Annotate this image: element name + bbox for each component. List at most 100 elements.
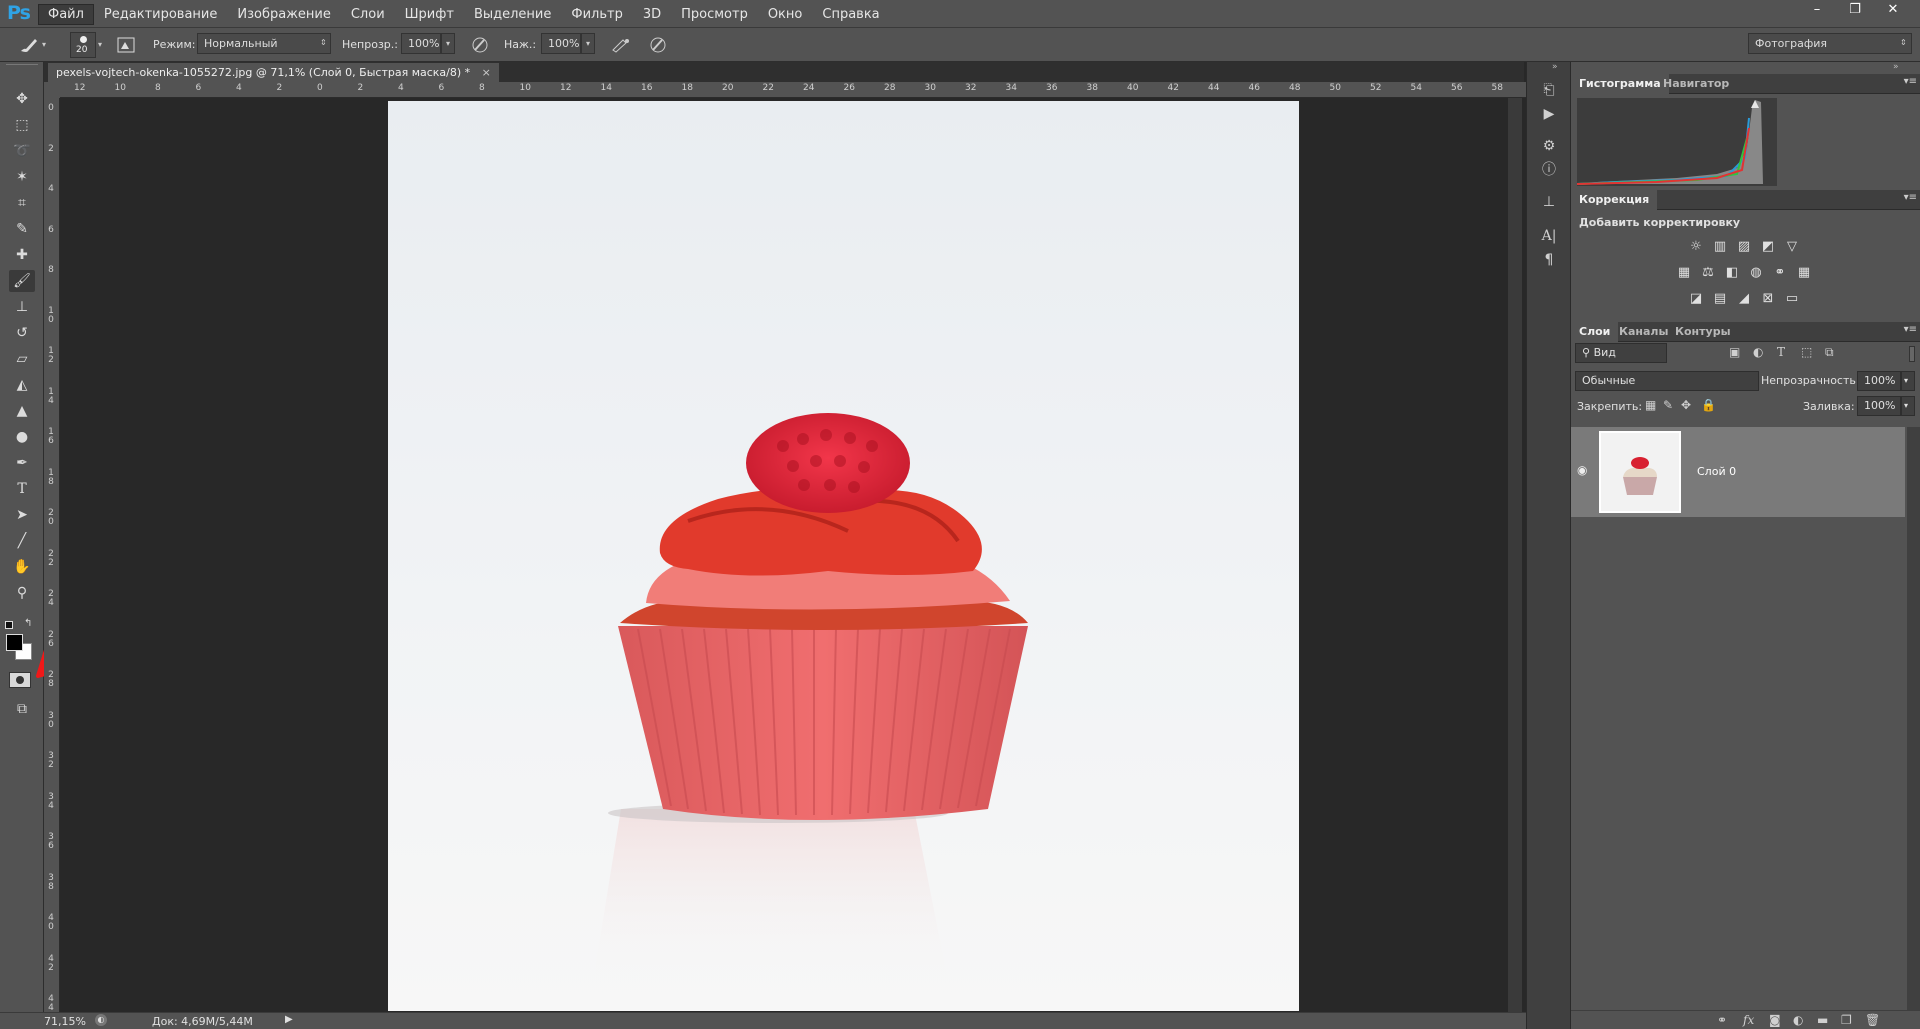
brush-tool-icon[interactable] — [18, 36, 40, 54]
gradient-map-icon[interactable]: ▭ — [1783, 290, 1801, 308]
ruler-origin[interactable] — [44, 82, 60, 98]
brush-tool-icon[interactable]: 🖌 — [9, 270, 35, 292]
history-brush-tool-icon[interactable]: ↺ — [9, 322, 35, 344]
paint-bucket-tool-icon[interactable]: ◭ — [9, 374, 35, 396]
info-panel-icon[interactable]: ⓘ — [1534, 158, 1564, 182]
tool-presets-panel-icon[interactable]: ⊥ — [1534, 190, 1564, 214]
horizontal-ruler[interactable]: 12 10 8 6 4 2 0 2 4 6 8 10 12 14 16 18 20 22 24 26 28 30 32 34 3… — [60, 82, 1526, 98]
exposure-icon[interactable]: ◩ — [1759, 238, 1777, 256]
share-icon[interactable]: ◐ — [95, 1014, 107, 1026]
photo-filter-icon[interactable]: ◍ — [1747, 264, 1765, 282]
layer-row[interactable]: ◉ Слой 0 — [1571, 427, 1905, 517]
panel-collapse-icon[interactable]: » — [1893, 62, 1899, 72]
layer-filter-select[interactable]: ⚲ Вид — [1575, 343, 1667, 363]
eyedropper-tool-icon[interactable]: ✎ — [9, 218, 35, 240]
link-layers-icon[interactable]: ⚭ — [1717, 1013, 1727, 1027]
tool-preset-arrow-icon[interactable]: ▾ — [42, 40, 46, 49]
tablet-pressure-size-icon[interactable] — [648, 36, 668, 54]
threshold-icon[interactable]: ◢ — [1735, 290, 1753, 308]
layer-name[interactable]: Слой 0 — [1697, 465, 1736, 478]
crop-tool-icon[interactable]: ⌗ — [9, 192, 35, 214]
magic-wand-tool-icon[interactable]: ✶ — [9, 166, 35, 188]
delete-layer-icon[interactable]: 🗑 — [1865, 1013, 1880, 1027]
minimize-button[interactable]: – — [1800, 1, 1834, 19]
close-button[interactable]: ✕ — [1876, 1, 1910, 19]
screen-mode-icon[interactable]: ⧉ — [9, 698, 35, 720]
filter-pixel-icon[interactable]: ▣ — [1729, 345, 1740, 359]
canvas-area[interactable] — [60, 98, 1526, 1012]
filter-type-icon[interactable]: T — [1777, 345, 1785, 359]
tablet-pressure-opacity-icon[interactable] — [470, 36, 490, 54]
menu-edit[interactable]: Редактирование — [94, 4, 227, 25]
menu-select[interactable]: Выделение — [464, 4, 561, 25]
fill-field[interactable]: 100% — [1857, 396, 1901, 416]
tab-navigator[interactable]: Навигатор — [1655, 74, 1737, 94]
lock-pixels-icon[interactable]: ✎ — [1663, 398, 1673, 412]
tab-adjustments[interactable]: Коррекция — [1571, 190, 1658, 210]
filter-shape-icon[interactable]: ⬚ — [1801, 345, 1812, 359]
marquee-tool-icon[interactable]: ⬚ — [9, 114, 35, 136]
actions-panel-icon[interactable]: ▶ — [1534, 102, 1564, 126]
brush-picker-arrow-icon[interactable]: ▾ — [98, 40, 102, 49]
toolbar-grip[interactable] — [6, 64, 38, 68]
layer-opacity-field[interactable]: 100% — [1857, 371, 1901, 391]
tab-paths[interactable]: Контуры — [1667, 322, 1739, 342]
layers-scrollbar[interactable] — [1907, 427, 1920, 1010]
layer-thumbnail[interactable] — [1599, 431, 1681, 513]
menu-view[interactable]: Просмотр — [671, 4, 758, 25]
pen-tool-icon[interactable]: ✒ — [9, 452, 35, 474]
filter-smart-object-icon[interactable]: ⧉ — [1825, 345, 1834, 360]
color-lookup-icon[interactable]: ▦ — [1795, 264, 1813, 282]
character-panel-icon[interactable]: A| — [1534, 224, 1564, 248]
hue-saturation-icon[interactable]: ▦ — [1675, 264, 1693, 282]
default-colors-icon[interactable] — [5, 621, 13, 629]
brightness-contrast-icon[interactable]: ☼ — [1687, 238, 1705, 256]
blend-mode-select[interactable]: Обычные — [1575, 371, 1759, 391]
flow-dropdown[interactable]: ▾ — [581, 33, 595, 54]
new-layer-icon[interactable]: ❐ — [1841, 1013, 1852, 1027]
close-tab-icon[interactable]: × — [482, 66, 491, 79]
new-group-icon[interactable]: ▬ — [1817, 1013, 1828, 1027]
adjustments-menu-icon[interactable]: ▾≡ — [1904, 192, 1917, 203]
black-white-icon[interactable]: ◧ — [1723, 264, 1741, 282]
channel-mixer-icon[interactable]: ⚭ — [1771, 264, 1789, 282]
lock-all-icon[interactable]: 🔒 — [1701, 398, 1716, 412]
menu-file[interactable]: Файл — [38, 4, 94, 25]
move-tool-icon[interactable]: ✥ — [9, 88, 35, 110]
zoom-level[interactable]: 71,15% — [44, 1015, 86, 1028]
brush-size-picker[interactable]: 20 — [70, 32, 96, 58]
lasso-tool-icon[interactable]: ➰ — [9, 140, 35, 162]
dodge-tool-icon[interactable]: ● — [9, 426, 35, 448]
menu-filter[interactable]: Фильтр — [561, 4, 632, 25]
opacity-field[interactable]: 100% — [401, 33, 441, 54]
path-selection-tool-icon[interactable]: ➤ — [9, 504, 35, 526]
invert-icon[interactable]: ◪ — [1687, 290, 1705, 308]
levels-icon[interactable]: ▥ — [1711, 238, 1729, 256]
menu-help[interactable]: Справка — [812, 4, 889, 25]
type-tool-icon[interactable]: T — [9, 478, 35, 500]
hand-tool-icon[interactable]: ✋ — [9, 556, 35, 578]
menu-window[interactable]: Окно — [758, 4, 813, 25]
collapse-arrows-icon[interactable]: » — [1552, 62, 1558, 72]
paragraph-panel-icon[interactable]: ¶ — [1534, 248, 1564, 272]
vertical-ruler[interactable]: 0 2 4 6 8 1 0 1 2 1 4 1 6 1 8 2 0 2 2 2 4 2 6 2 8 3 0 3 … — [44, 98, 60, 1012]
line-tool-icon[interactable]: ╱ — [9, 530, 35, 552]
menu-layers[interactable]: Слои — [341, 4, 395, 25]
mode-select[interactable]: Нормальный — [197, 33, 331, 54]
selective-color-icon[interactable]: ⊠ — [1759, 290, 1777, 308]
layer-visibility-eye-icon[interactable]: ◉ — [1577, 463, 1587, 477]
blur-tool-icon[interactable]: ▲ — [9, 400, 35, 422]
document-tab[interactable]: pexels-vojtech-okenka-1055272.jpg @ 71,1… — [48, 63, 499, 82]
history-panel-icon[interactable]: ⎗ — [1534, 78, 1564, 102]
menu-3d[interactable]: 3D — [633, 4, 671, 25]
filter-toggle[interactable] — [1909, 346, 1915, 362]
lock-position-icon[interactable]: ✥ — [1681, 398, 1691, 412]
healing-brush-tool-icon[interactable]: ✚ — [9, 244, 35, 266]
status-menu-arrow-icon[interactable]: ▶ — [285, 1014, 293, 1025]
menu-image[interactable]: Изображение — [227, 4, 340, 25]
fill-dropdown[interactable]: ▾ — [1901, 396, 1915, 416]
new-adjustment-layer-icon[interactable]: ◐ — [1793, 1013, 1803, 1027]
restore-button[interactable]: ❐ — [1838, 1, 1872, 19]
histogram-menu-icon[interactable]: ▾≡ — [1904, 76, 1917, 87]
filter-adjustment-icon[interactable]: ◐ — [1753, 345, 1763, 359]
